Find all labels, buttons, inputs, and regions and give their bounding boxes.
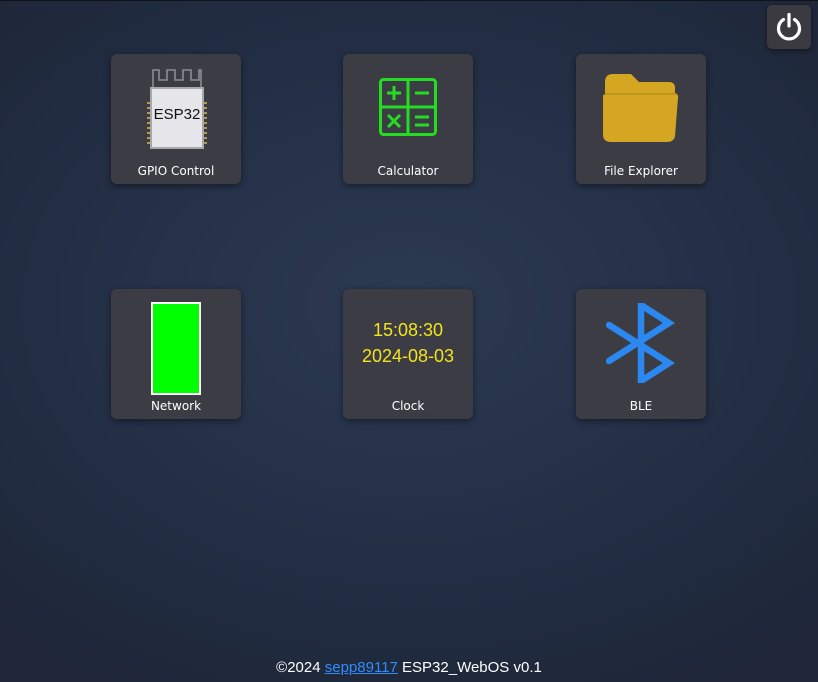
- clock-date: 2024-08-03: [361, 346, 455, 366]
- app-label: File Explorer: [604, 164, 678, 178]
- top-border: [0, 0, 818, 1]
- power-button[interactable]: [767, 5, 811, 49]
- app-tile-calculator[interactable]: Calculator: [343, 54, 473, 184]
- app-label: Calculator: [377, 164, 439, 178]
- chip-label: ESP32: [153, 106, 201, 123]
- clock-time: 15:08:30: [372, 320, 444, 340]
- app-tile-gpio-control[interactable]: ESP32 GPIO Control: [111, 54, 241, 184]
- bluetooth-icon: [606, 303, 676, 383]
- app-tile-file-explorer[interactable]: File Explorer: [576, 54, 706, 184]
- app-label: GPIO Control: [137, 164, 215, 178]
- signal-bar-icon: [151, 302, 201, 395]
- app-label: Clock: [391, 399, 425, 413]
- app-label: BLE: [629, 399, 653, 413]
- app-tile-network[interactable]: Network: [111, 289, 241, 419]
- footer-product: ESP32_WebOS v0.1: [397, 659, 542, 676]
- power-icon: [776, 12, 802, 41]
- footer: ©2024 sepp89117 ESP32_WebOS v0.1: [0, 659, 818, 676]
- app-tile-ble[interactable]: BLE: [576, 289, 706, 419]
- author-link[interactable]: sepp89117: [325, 659, 398, 676]
- footer-copyright: ©2024: [276, 659, 325, 676]
- app-label: Network: [150, 399, 202, 413]
- calculator-icon: [379, 78, 437, 136]
- folder-icon: [603, 74, 679, 142]
- app-tile-clock[interactable]: 15:08:30 2024-08-03 Clock: [343, 289, 473, 419]
